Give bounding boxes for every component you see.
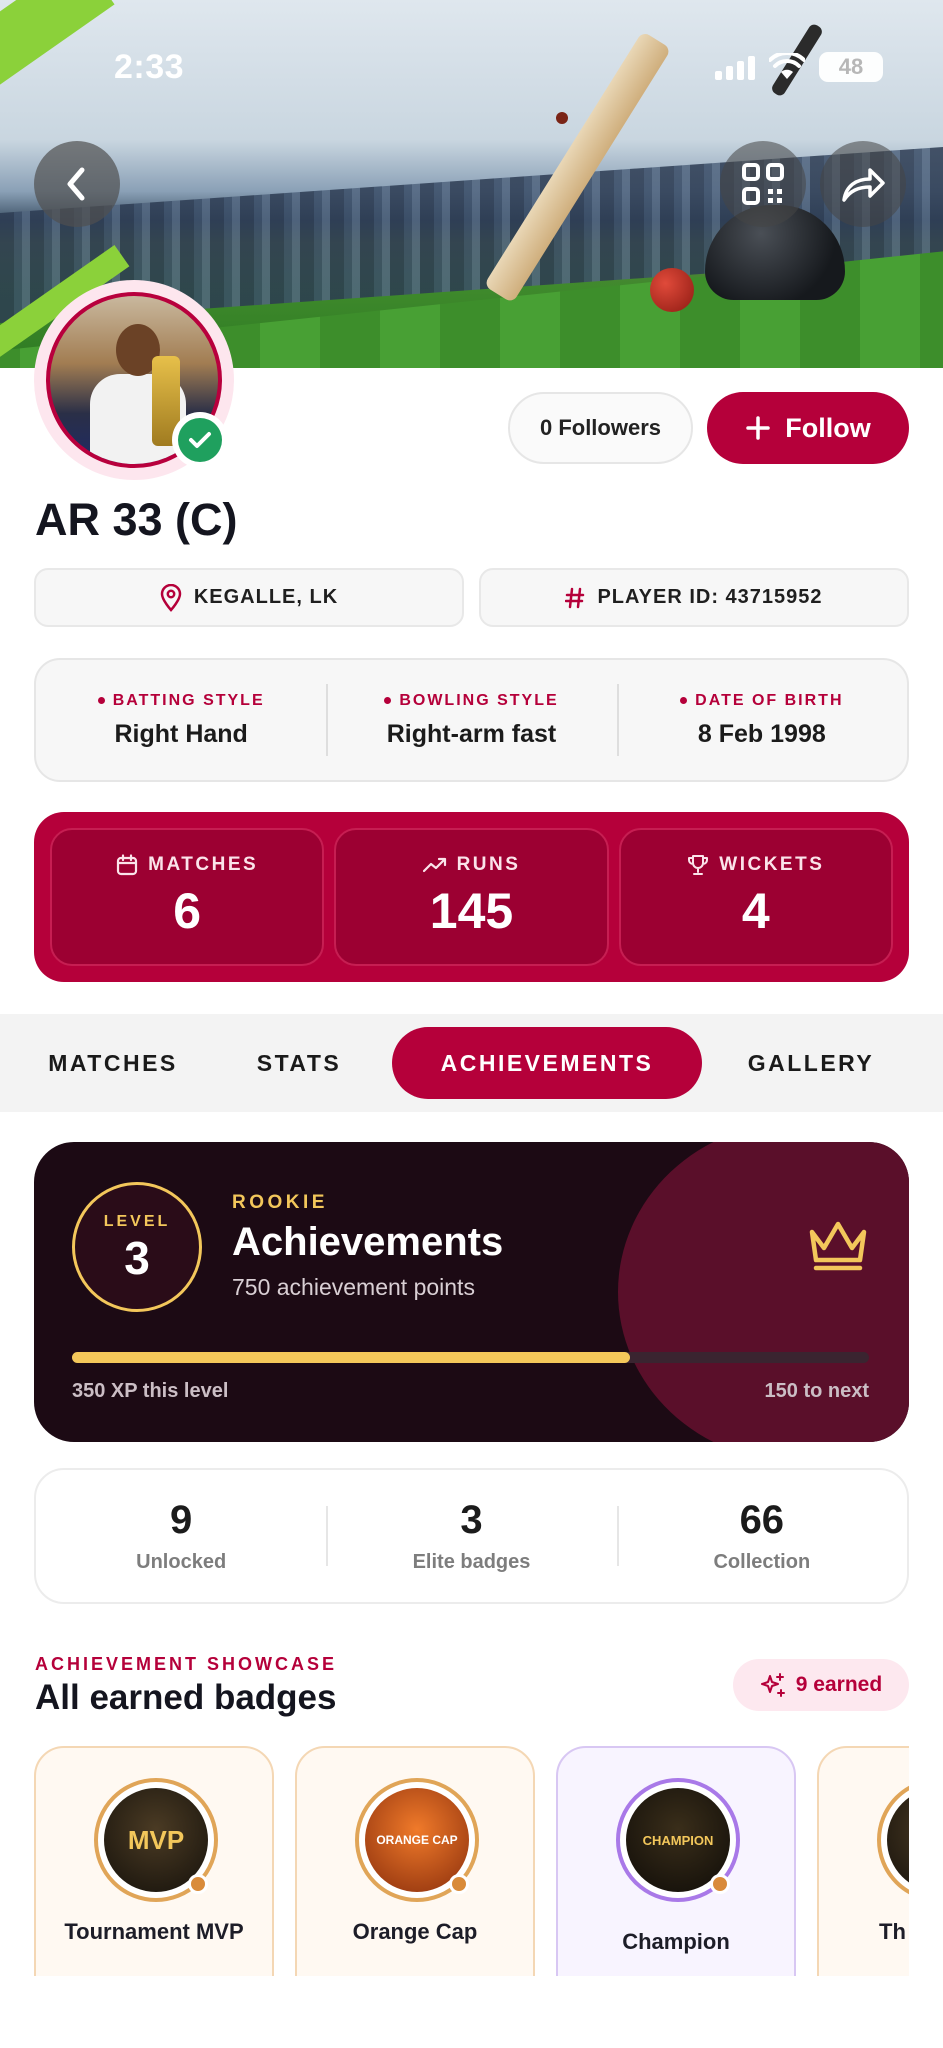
batting-style: BATTING STYLE Right Hand (36, 660, 326, 780)
stat-label: RUNS (456, 854, 521, 875)
chevron-left-icon (67, 167, 85, 201)
check-icon (189, 432, 211, 448)
earned-count-label: 9 earned (795, 1673, 883, 1696)
tab-gallery[interactable]: GALLERY (702, 1027, 920, 1099)
info-label: DATE OF BIRTH (695, 691, 844, 709)
level-label: LEVEL (103, 1213, 171, 1230)
stat-label: WICKETS (719, 854, 825, 875)
hash-icon (565, 587, 585, 608)
stat-matches[interactable]: MATCHES 6 (50, 828, 325, 966)
cricket-ball (650, 268, 694, 312)
stat-runs[interactable]: RUNS 145 (334, 828, 609, 966)
count-value: 3 (460, 1498, 483, 1542)
bowling-style: BOWLING STYLE Right-arm fast (326, 660, 616, 780)
count-collection: 66 Collection (616, 1470, 907, 1602)
share-arrow-icon (842, 168, 885, 202)
location-text: KEGALLE, LK (193, 586, 339, 608)
status-time: 2:33 (114, 48, 185, 86)
level-number: 3 (124, 1232, 150, 1284)
badge-card-orange-cap[interactable]: ORANGE CAP Orange Cap (295, 1746, 535, 1976)
info-value: Right Hand (114, 719, 248, 748)
follow-button[interactable]: Follow (707, 392, 909, 464)
stat-value: 145 (429, 883, 514, 939)
info-label: BOWLING STYLE (399, 691, 559, 709)
trophy-icon (688, 855, 709, 875)
count-label: Collection (713, 1551, 811, 1573)
earned-count-badge[interactable]: 9 earned (733, 1659, 909, 1711)
info-label: BATTING STYLE (112, 691, 265, 709)
signal-icon (715, 54, 755, 80)
career-stats-card: MATCHES 6 RUNS 145 WICKETS 4 (34, 812, 909, 982)
stat-value: 6 (173, 883, 202, 939)
medal-icon (877, 1778, 909, 1902)
status-dot (449, 1874, 469, 1894)
badge-card-tournament-mvp[interactable]: MVP Tournament MVP (34, 1746, 274, 1976)
xp-to-next: 150 to next (764, 1380, 869, 1402)
player-info-card: BATTING STYLE Right Hand BOWLING STYLE R… (34, 658, 909, 782)
badge-name: Tournament MVP (64, 1919, 244, 1944)
tab-achievements[interactable]: ACHIEVEMENTS (392, 1027, 702, 1099)
badge-carousel[interactable]: MVP Tournament MVP ORANGE CAP Orange Cap… (34, 1746, 909, 1976)
plus-icon (746, 416, 770, 440)
tab-stats[interactable]: STATS (206, 1027, 392, 1099)
map-pin-icon (160, 583, 182, 612)
info-value: Right-arm fast (386, 719, 557, 748)
back-button[interactable] (34, 141, 120, 227)
verified-badge (172, 412, 228, 468)
badge-name: Th (879, 1919, 906, 1944)
follow-label: Follow (785, 412, 871, 443)
trending-up-icon (422, 857, 446, 873)
xp-progress-bar (72, 1352, 869, 1363)
badge-name: Orange Cap (352, 1919, 478, 1944)
wifi-icon (769, 53, 805, 79)
count-label: Elite badges (412, 1551, 531, 1573)
status-dot (710, 1874, 730, 1894)
count-value: 9 (170, 1498, 193, 1542)
location-pill: KEGALLE, LK (34, 568, 464, 627)
followers-button[interactable]: 0 Followers (508, 392, 693, 464)
decorative-stripe (0, 0, 115, 85)
badge-counts-card: 9 Unlocked 3 Elite badges 66 Collection (34, 1468, 909, 1604)
player-id-text: PLAYER ID: 43715952 (597, 586, 823, 608)
achievement-points: 750 achievement points (232, 1274, 475, 1300)
count-label: Unlocked (136, 1551, 227, 1573)
status-dot (188, 1874, 208, 1894)
qr-code-icon (742, 163, 784, 205)
date-of-birth: DATE OF BIRTH 8 Feb 1998 (616, 660, 907, 780)
showcase-eyebrow: ACHIEVEMENT SHOWCASE (35, 1654, 338, 1674)
badge-card-champion[interactable]: CHAMPION Champion (556, 1746, 796, 1976)
calendar-icon (117, 854, 138, 876)
xp-this-level: 350 XP this level (72, 1380, 229, 1402)
badge-name: Champion (622, 1929, 730, 1954)
achievements-title: Achievements (232, 1220, 504, 1264)
battery-icon: 48 (819, 52, 883, 82)
tab-matches[interactable]: MATCHES (20, 1027, 206, 1099)
xp-progress-fill (72, 1352, 630, 1363)
count-elite-badges: 3 Elite badges (326, 1470, 616, 1602)
badge-card-partial[interactable]: Th (817, 1746, 909, 1976)
status-icons: 48 (715, 52, 883, 82)
cricket-ball (556, 112, 568, 124)
player-id-pill: PLAYER ID: 43715952 (479, 568, 909, 627)
stat-wickets[interactable]: WICKETS 4 (618, 828, 893, 966)
count-value: 66 (739, 1498, 785, 1542)
stat-label: MATCHES (148, 854, 259, 875)
info-value: 8 Feb 1998 (697, 719, 826, 748)
profile-tabs: MATCHES STATS ACHIEVEMENTS GALLERY (0, 1014, 943, 1112)
stat-value: 4 (741, 883, 770, 939)
share-button[interactable] (820, 141, 906, 227)
level-ring: LEVEL 3 (72, 1182, 202, 1312)
crown-icon (809, 1221, 867, 1271)
player-name: AR 33 (C) (35, 494, 238, 545)
rank-label: ROOKIE (232, 1192, 328, 1213)
sparkles-icon (760, 1673, 785, 1697)
count-unlocked: 9 Unlocked (36, 1470, 326, 1602)
qr-code-button[interactable] (720, 141, 806, 227)
level-card: LEVEL 3 ROOKIE Achievements 750 achievem… (34, 1142, 909, 1442)
showcase-title: All earned badges (35, 1678, 337, 1717)
